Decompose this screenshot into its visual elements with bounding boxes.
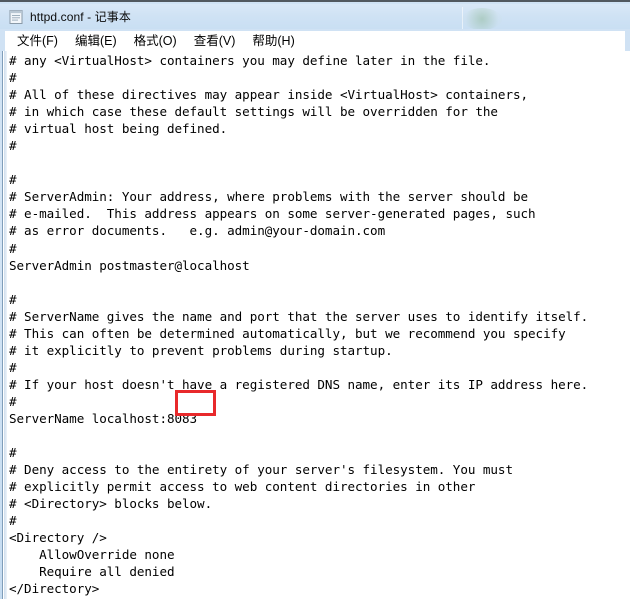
editor-line: ServerAdmin postmaster@localhost	[9, 257, 250, 273]
editor-line: #	[9, 513, 17, 529]
title-bar-divider	[462, 7, 463, 29]
editor-line: #	[9, 393, 17, 409]
editor-line: # it explicitly to prevent problems duri…	[9, 342, 393, 358]
editor-line: # any <VirtualHost> containers you may d…	[9, 53, 491, 68]
menu-item-edit[interactable]: 编辑(E)	[67, 32, 126, 50]
title-bar-artifact	[462, 8, 502, 29]
editor-line: Require all denied	[9, 564, 175, 580]
editor-line: #	[9, 70, 17, 86]
editor-line: #	[9, 138, 17, 154]
window-title: httpd.conf - 记事本	[30, 10, 131, 24]
menu-item-file[interactable]: 文件(F)	[9, 32, 67, 50]
editor-line: AllowOverride none	[9, 547, 175, 563]
menu-bar: 文件(F) 编辑(E) 格式(O) 查看(V) 帮助(H)	[5, 31, 625, 51]
editor-line: # e-mailed. This address appears on some…	[9, 206, 536, 222]
title-bar[interactable]: httpd.conf - 记事本	[0, 4, 630, 29]
editor-line: # in which case these default settings w…	[9, 104, 498, 120]
editor-line: # ServerAdmin: Your address, where probl…	[9, 189, 529, 205]
editor-line: #	[9, 240, 17, 256]
menu-item-view[interactable]: 查看(V)	[186, 32, 245, 50]
editor-line: # explicitly permit access to web conten…	[9, 479, 476, 495]
editor-line: </Directory>	[9, 581, 100, 597]
editor-line: # as error documents. e.g. admin@your-do…	[9, 223, 386, 239]
editor-line: #	[9, 359, 17, 375]
notepad-window: httpd.conf - 记事本 文件(F) 编辑(E) 格式(O) 查看(V)…	[0, 0, 630, 599]
editor-content[interactable]: # any <VirtualHost> containers you may d…	[9, 52, 630, 599]
text-editor-area[interactable]: # any <VirtualHost> containers you may d…	[2, 51, 630, 599]
editor-line: ServerName localhost:8083	[9, 410, 198, 426]
menu-item-help[interactable]: 帮助(H)	[244, 32, 303, 50]
window-frame: httpd.conf - 记事本 文件(F) 编辑(E) 格式(O) 查看(V)…	[0, 0, 630, 599]
notepad-icon	[8, 9, 24, 25]
editor-line: # <Directory> blocks below.	[9, 496, 213, 512]
editor-line: # All of these directives may appear ins…	[9, 87, 529, 103]
editor-line: # If your host doesn't have a registered…	[9, 376, 589, 392]
editor-line: # Deny access to the entirety of your se…	[9, 462, 513, 478]
editor-line: #	[9, 445, 17, 461]
editor-line: # virtual host being defined.	[9, 121, 228, 137]
menu-item-format[interactable]: 格式(O)	[126, 32, 186, 50]
editor-line: #	[9, 291, 17, 307]
editor-line: #	[9, 172, 17, 188]
editor-line: # This can often be determined automatic…	[9, 325, 566, 341]
editor-line: # ServerName gives the name and port tha…	[9, 308, 589, 324]
editor-line: <Directory />	[9, 530, 107, 546]
